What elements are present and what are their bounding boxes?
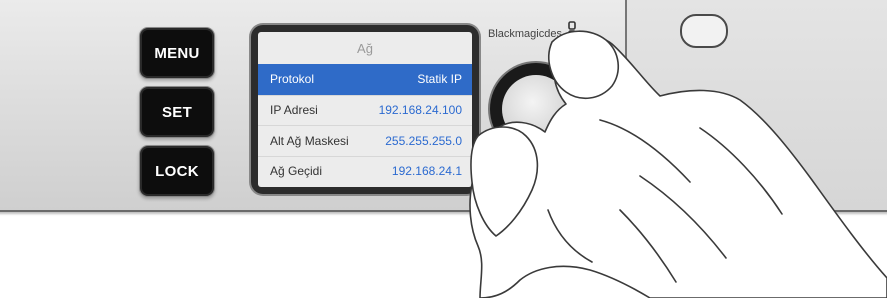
- hand-illustration: [469, 30, 887, 298]
